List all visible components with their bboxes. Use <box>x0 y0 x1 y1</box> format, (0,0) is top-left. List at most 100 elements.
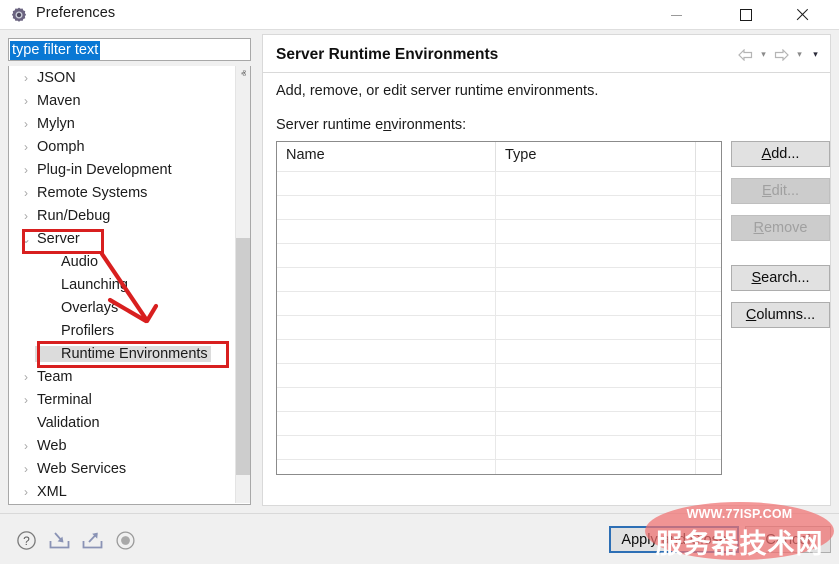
tree-item-remote-systems[interactable]: › Remote Systems <box>9 181 237 204</box>
tree-scrollbar[interactable]: ⱏ ⱟ <box>235 66 250 503</box>
table-row[interactable] <box>277 339 721 363</box>
table-row[interactable] <box>277 459 721 475</box>
export-icon[interactable] <box>80 528 104 552</box>
maximize-icon <box>740 9 752 21</box>
chevron-right-icon[interactable]: › <box>17 393 35 407</box>
tree-item-runtime-environments[interactable]: Runtime Environments <box>9 342 237 365</box>
table-row[interactable] <box>277 315 721 339</box>
tree-item-server[interactable]: ⌄ Server <box>9 227 237 250</box>
table-action-buttons: Add... Edit... Remove Search... Columns... <box>731 141 830 328</box>
table-cell <box>277 292 496 315</box>
table-cell <box>496 364 696 387</box>
table-cell <box>496 196 696 219</box>
back-icon[interactable] <box>737 47 754 62</box>
column-header-extra[interactable] <box>696 142 721 171</box>
forward-icon[interactable] <box>773 47 790 62</box>
scroll-down-icon[interactable]: ⱟ <box>236 486 251 503</box>
tree-item-label: Oomph <box>35 139 85 155</box>
table-row[interactable] <box>277 219 721 243</box>
table-cell <box>277 268 496 291</box>
runtime-environments-table[interactable]: Name Type <box>276 141 722 475</box>
preferences-dialog: Preferences type filter text › JSON › Maven… <box>0 0 839 564</box>
table-row[interactable] <box>277 267 721 291</box>
tree-item-web-services[interactable]: › Web Services <box>9 457 237 480</box>
table-cell <box>496 412 696 435</box>
chevron-down-icon[interactable]: ⌄ <box>17 232 35 246</box>
tree-item-terminal[interactable]: › Terminal <box>9 388 237 411</box>
tree-item-profilers[interactable]: Profilers <box>9 319 237 342</box>
tree-item-run-debug[interactable]: › Run/Debug <box>9 204 237 227</box>
table-row[interactable] <box>277 171 721 195</box>
maximize-button[interactable] <box>723 0 769 30</box>
chevron-right-icon[interactable]: › <box>17 71 35 85</box>
help-icon[interactable]: ? <box>14 528 38 552</box>
tree-item-xml[interactable]: › XML <box>9 480 237 503</box>
import-icon[interactable] <box>47 528 71 552</box>
filter-input[interactable]: type filter text <box>8 38 251 61</box>
add-button[interactable]: Add... <box>731 141 830 167</box>
table-row[interactable] <box>277 363 721 387</box>
table-row[interactable] <box>277 243 721 267</box>
apply-and-close-button[interactable]: Apply and Close <box>609 526 739 553</box>
tree-item-label: Server <box>35 231 80 247</box>
chevron-right-icon[interactable]: › <box>17 186 35 200</box>
tree-item-overlays[interactable]: Overlays <box>9 296 237 319</box>
tree-item-label: Profilers <box>35 323 114 339</box>
remove-button: Remove <box>731 215 830 241</box>
chevron-right-icon[interactable]: › <box>17 485 35 499</box>
table-cell <box>277 172 496 195</box>
table-row[interactable] <box>277 387 721 411</box>
back-menu-icon[interactable]: ▾ <box>757 47 770 62</box>
table-row[interactable] <box>277 411 721 435</box>
button-mnemonic: R <box>753 220 763 236</box>
minimize-icon <box>671 15 682 16</box>
close-button[interactable] <box>779 0 825 30</box>
preferences-tree-list: › JSON › Maven › Mylyn › Oomph › Plug-in Developm… <box>9 66 237 503</box>
preferences-tree[interactable]: › JSON › Maven › Mylyn › Oomph › Plug-in Developm… <box>8 66 251 505</box>
table-row[interactable] <box>277 291 721 315</box>
page-header-divider <box>263 72 830 73</box>
tree-item-validation[interactable]: Validation <box>9 411 237 434</box>
chevron-right-icon[interactable]: › <box>17 370 35 384</box>
chevron-right-icon[interactable]: › <box>17 140 35 154</box>
chevron-right-icon[interactable]: › <box>17 209 35 223</box>
tree-item-label: Web <box>35 438 67 454</box>
tree-item-maven[interactable]: › Maven <box>9 89 237 112</box>
tree-item-json[interactable]: › JSON <box>9 66 237 89</box>
tree-item-web[interactable]: › Web <box>9 434 237 457</box>
tree-item-plug-in-development[interactable]: › Plug-in Development <box>9 158 237 181</box>
table-cell <box>696 292 721 315</box>
tree-item-team[interactable]: › Team <box>9 365 237 388</box>
chevron-right-icon[interactable]: › <box>17 94 35 108</box>
search-button[interactable]: Search... <box>731 265 830 291</box>
table-row[interactable] <box>277 195 721 219</box>
columns-button[interactable]: Columns... <box>731 302 830 328</box>
table-cell <box>696 364 721 387</box>
restore-defaults-icon[interactable] <box>113 528 137 552</box>
tree-item-launching[interactable]: Launching <box>9 273 237 296</box>
table-cell <box>277 244 496 267</box>
tree-item-oomph[interactable]: › Oomph <box>9 135 237 158</box>
tree-item-label: Launching <box>35 277 128 293</box>
chevron-right-icon[interactable]: › <box>17 163 35 177</box>
chevron-right-icon[interactable]: › <box>17 117 35 131</box>
table-row[interactable] <box>277 435 721 459</box>
cancel-button[interactable]: Cancel <box>745 526 831 553</box>
table-cell <box>496 316 696 339</box>
view-menu-icon[interactable]: ▾ <box>809 47 822 62</box>
scrollbar-thumb[interactable] <box>236 238 251 475</box>
tree-item-label: Terminal <box>35 392 92 408</box>
button-spacer <box>731 291 830 302</box>
column-header-name[interactable]: Name <box>277 142 496 171</box>
forward-menu-icon[interactable]: ▾ <box>793 47 806 62</box>
chevron-right-icon[interactable]: › <box>17 462 35 476</box>
column-header-type[interactable]: Type <box>496 142 696 171</box>
chevron-right-icon[interactable]: › <box>17 439 35 453</box>
tree-item-audio[interactable]: Audio <box>9 250 237 273</box>
window-title: Preferences <box>36 5 115 21</box>
tree-item-label: Runtime Environments <box>35 346 211 362</box>
scroll-up-icon[interactable]: ⱏ <box>236 66 251 83</box>
minimize-button[interactable] <box>653 0 699 30</box>
tree-item-mylyn[interactable]: › Mylyn <box>9 112 237 135</box>
table-cell <box>696 196 721 219</box>
